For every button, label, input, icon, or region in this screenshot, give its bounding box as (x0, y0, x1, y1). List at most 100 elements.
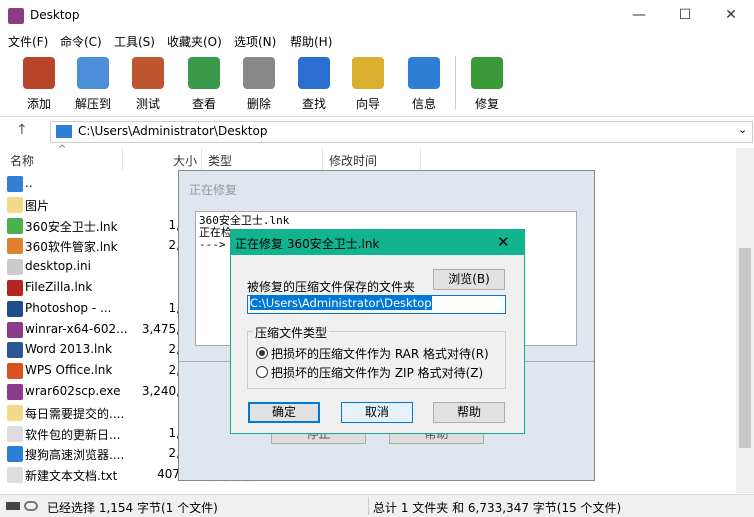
radio-rar[interactable] (256, 347, 268, 359)
toolbar-label: 向导 (355, 97, 380, 111)
toolbar-button-6[interactable]: 向导 (342, 55, 394, 115)
maximize-button[interactable]: ☐ (662, 0, 708, 31)
toolbar-button-5[interactable]: 查找 (288, 55, 340, 115)
key-icon (24, 501, 38, 511)
toolbar-button-3[interactable]: 查看 (178, 55, 230, 115)
repair-dialog-title: 正在修复 360安全卫士.lnk (235, 237, 380, 251)
file-size: 2, (168, 238, 180, 253)
file-name: 新建文本文档.txt (25, 469, 118, 484)
address-bar: ↑ C:\Users\Administrator\Desktop ⌄ (0, 118, 754, 146)
file-icon (7, 259, 23, 276)
file-size: 407 (157, 467, 180, 482)
up-arrow-icon[interactable]: ↑ (16, 122, 28, 138)
file-icon (7, 238, 23, 255)
status-bar: 已经选择 1,154 字节(1 个文件) 总计 1 文件夹 和 6,733,34… (0, 494, 754, 517)
file-size: 2, (168, 446, 180, 461)
radio-zip-label[interactable]: 把损坏的压缩文件作为 ZIP 格式对待(Z) (271, 364, 483, 381)
file-icon (7, 384, 23, 400)
file-size: 1, (168, 217, 180, 232)
menu-file[interactable]: 文件(F) (8, 33, 48, 50)
file-icon (7, 217, 23, 234)
toolbar-button-4[interactable]: 删除 (233, 55, 285, 115)
menu-options[interactable]: 选项(N) (234, 33, 276, 50)
toolbar-button-1[interactable]: 解压到 (67, 55, 119, 115)
file-size: 2, (168, 363, 180, 378)
close-icon[interactable]: ✕ (497, 233, 510, 251)
file-icon (7, 404, 23, 421)
file-name: 图片 (25, 198, 50, 213)
close-button[interactable]: ✕ (708, 0, 754, 31)
repair-dialog-titlebar: 正在修复 360安全卫士.lnk ✕ (231, 230, 524, 255)
help-button[interactable]: 帮助 (433, 402, 505, 423)
column-size[interactable]: 大小 (173, 152, 197, 169)
test-clipboard-icon (132, 57, 164, 89)
cancel-button[interactable]: 取消 (341, 402, 413, 423)
file-size: 3,475, (141, 321, 180, 336)
file-name: .. (25, 176, 33, 190)
menu-help[interactable]: 帮助(H) (290, 33, 332, 50)
minimize-button[interactable]: — (616, 0, 662, 31)
menu-commands[interactable]: 命令(C) (60, 33, 102, 50)
file-icon (7, 342, 23, 359)
ok-button[interactable]: 确定 (248, 402, 320, 423)
view-book-icon (188, 57, 220, 89)
column-name[interactable]: 名称 (10, 152, 34, 169)
toolbar-button-8[interactable]: 修复 (461, 55, 513, 115)
progress-dialog-title: 正在修复 (189, 183, 238, 197)
status-total: 总计 1 文件夹 和 6,733,347 字节(15 个文件) (373, 501, 622, 515)
trash-icon (243, 57, 275, 89)
browse-button[interactable]: 浏览(B) (433, 269, 505, 290)
extract-folder-icon (77, 57, 109, 89)
file-icon (7, 300, 23, 317)
repair-icon (471, 57, 503, 89)
file-icon (7, 446, 23, 463)
drive-icon (6, 502, 20, 510)
file-name: desktop.ini (25, 259, 91, 274)
menu-favorites[interactable]: 收藏夹(O) (167, 33, 222, 50)
toolbar-label: 查找 (301, 97, 326, 111)
vertical-scrollbar[interactable] (736, 148, 754, 493)
file-name: 搜狗高速浏览器.... (25, 448, 125, 463)
file-size: 1, (168, 425, 180, 440)
toolbar-button-7[interactable]: 信息 (398, 55, 450, 115)
toolbar: 添加 解压到 测试 查看 删除 查找 向导 信息 修复 (0, 51, 754, 117)
file-size: 1, (168, 300, 180, 315)
scrollbar-thumb[interactable] (739, 248, 751, 448)
archive-type-legend: 压缩文件类型 (253, 324, 330, 341)
radio-zip[interactable] (256, 366, 268, 378)
toolbar-label: 解压到 (74, 97, 111, 111)
column-modified[interactable]: 修改时间 (329, 152, 377, 169)
file-name: wrar602scp.exe (25, 384, 121, 398)
toolbar-label: 查看 (191, 97, 216, 111)
toolbar-label: 添加 (26, 97, 51, 111)
file-name: WPS Office.lnk (25, 363, 113, 378)
winrar-logo-icon (8, 8, 24, 24)
file-name: 软件包的更新日... (25, 427, 121, 442)
file-icon (7, 176, 23, 192)
chevron-down-icon[interactable]: ⌄ (738, 123, 747, 136)
toolbar-button-0[interactable]: 添加 (13, 55, 65, 115)
desktop-icon (56, 125, 72, 138)
column-type[interactable]: 类型 (208, 152, 232, 169)
folder-label: 被修复的压缩文件保存的文件夹 (247, 280, 416, 294)
toolbar-button-2[interactable]: 测试 (122, 55, 174, 115)
title-bar: Desktop — ☐ ✕ (0, 0, 754, 31)
file-icon (7, 321, 23, 338)
window-title: Desktop (30, 8, 80, 22)
file-name: 每日需要提交的.... (25, 406, 125, 421)
file-size: 3,240, (141, 384, 180, 398)
file-name: winrar-x64-602... (25, 321, 128, 336)
file-name: 360安全卫士.lnk (25, 219, 118, 234)
radio-rar-label[interactable]: 把损坏的压缩文件作为 RAR 格式对待(R) (271, 345, 489, 362)
menu-tools[interactable]: 工具(S) (114, 33, 155, 50)
magnifier-icon (298, 57, 330, 89)
column-header: ^ 名称 大小 类型 修改时间 (0, 144, 754, 170)
file-name: Word 2013.lnk (25, 342, 112, 357)
file-icon (7, 280, 23, 296)
status-selected: 已经选择 1,154 字节(1 个文件) (47, 501, 218, 515)
toolbar-label: 信息 (411, 97, 436, 111)
folder-input[interactable]: C:\Users\Administrator\Desktop (247, 295, 506, 314)
file-icon (7, 363, 23, 380)
toolbar-label: 测试 (135, 97, 160, 111)
menu-bar: 文件(F) 命令(C) 工具(S) 收藏夹(O) 选项(N) 帮助(H) (0, 31, 754, 51)
